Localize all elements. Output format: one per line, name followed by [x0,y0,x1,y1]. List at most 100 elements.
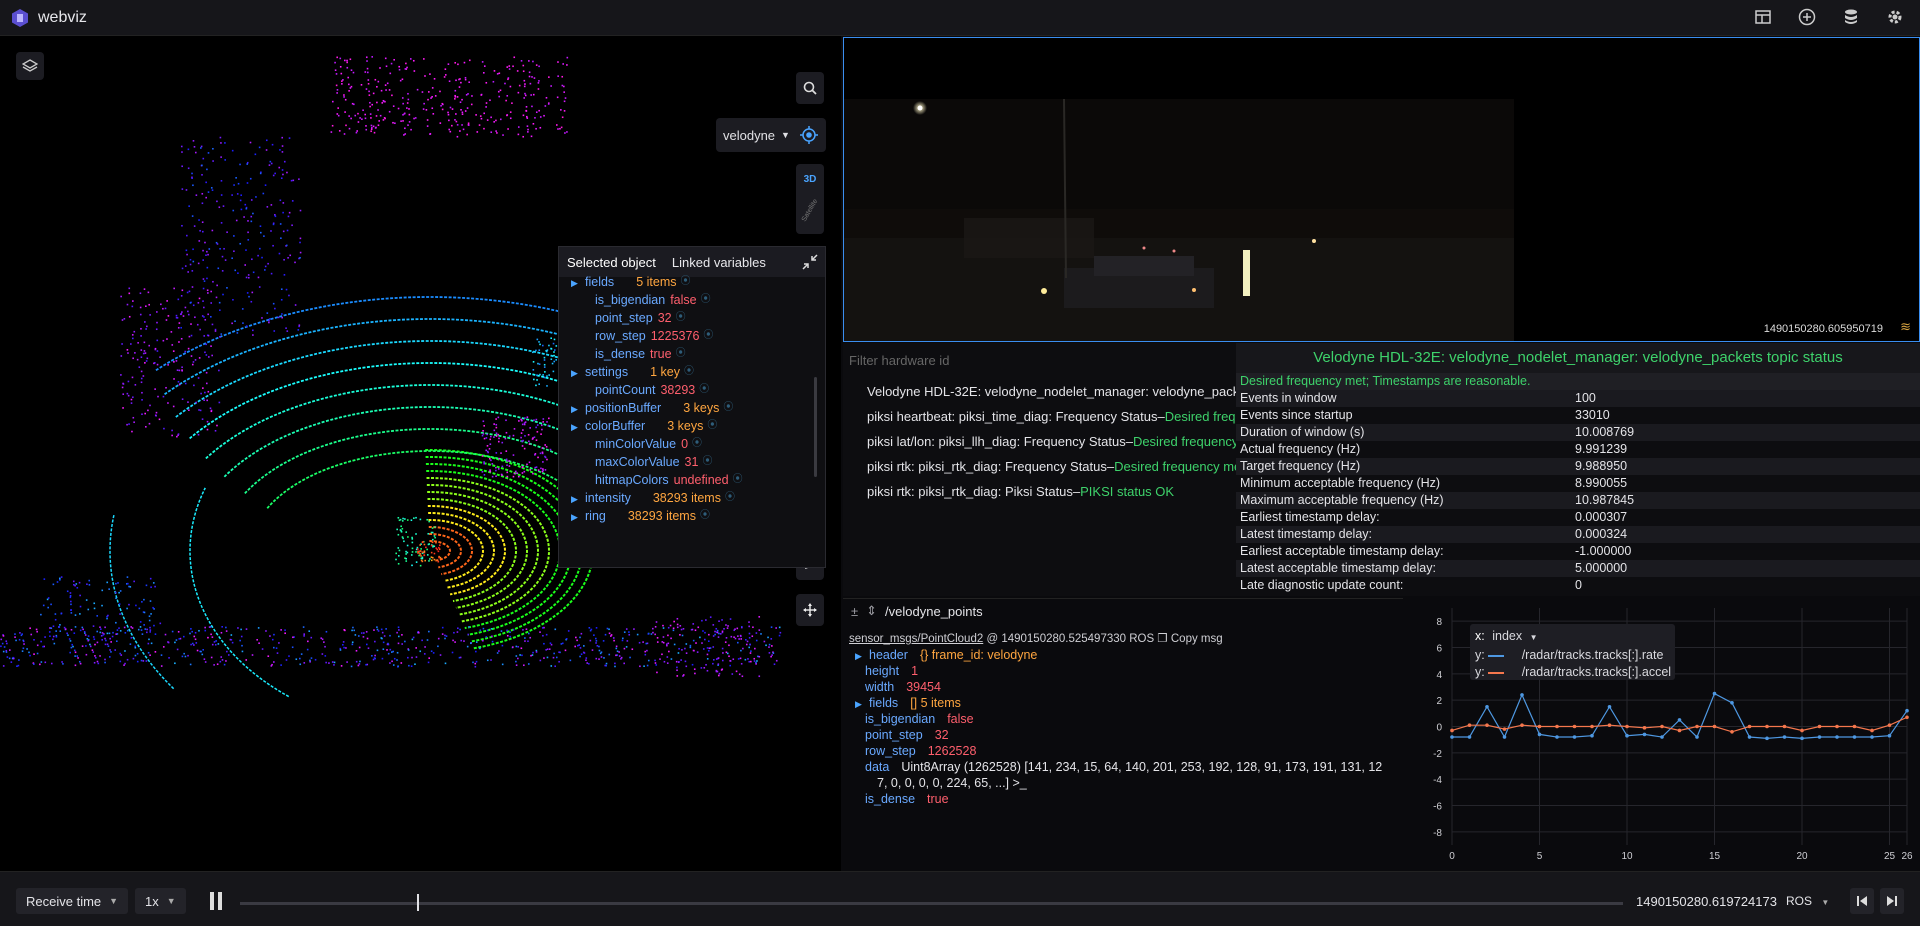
lidar-point [531,105,533,108]
lidar-point [428,520,430,523]
link-icon[interactable]: ⦿ [723,399,733,417]
lidar-point [528,60,530,62]
lidar-point [453,631,455,634]
message-row[interactable]: is_bigendian false [855,711,1403,727]
link-icon[interactable]: ⦿ [692,435,702,453]
camera-image-panel[interactable]: 1490150280.605950719 ≋ [843,37,1920,342]
mode-3d-button[interactable]: 3D [796,174,824,185]
link-icon[interactable]: ⦿ [700,507,710,525]
expand-arrow-icon[interactable]: ▶ [571,508,585,526]
minimize-icon[interactable] [801,253,819,271]
step-forward-button[interactable] [1880,888,1904,914]
data-source-icon[interactable] [1840,6,1862,28]
timeline-track[interactable] [240,902,1623,905]
lidar-point [475,650,477,653]
timeline-thumb[interactable] [417,894,420,911]
layout-icon[interactable] [1752,6,1774,28]
link-icon[interactable]: ⦿ [733,471,743,489]
tab-selected-object[interactable]: Selected object [559,255,664,270]
time-mode-select[interactable]: Receive time ▼ [16,888,129,914]
message-row[interactable]: ▶ fields[] 5 items [855,695,1403,711]
x-axis-label[interactable]: index [1492,629,1522,643]
diagnostic-item[interactable]: piksi rtk: piksi_rtk_diag: Piksi Status–… [867,479,1277,504]
time-format-select[interactable]: ROS ▼ [1786,894,1829,908]
diff-toggle-icon[interactable]: ⇕ [866,603,877,619]
link-icon[interactable]: ⦿ [676,309,686,327]
step-back-button[interactable] [1850,888,1874,914]
tree-row[interactable]: minColorValue 0 ⦿ [571,435,825,453]
scrollbar[interactable] [814,377,817,477]
diagnostic-item[interactable]: piksi lat/lon: piksi_llh_diag: Frequency… [867,429,1277,454]
message-row[interactable]: 7, 0, 0, 0, 0, 224, 65, ...] >_ [855,775,1403,791]
diagnostic-item[interactable]: piksi heartbeat: piksi_time_diag: Freque… [867,404,1277,429]
expand-all-icon[interactable]: ± [851,604,858,619]
tree-row[interactable]: ▶ positionBuffer 3 keys ⦿ [571,399,825,417]
expand-arrow-icon[interactable]: ▶ [571,400,585,418]
link-icon[interactable]: ⦿ [702,453,712,471]
link-icon[interactable]: ⦿ [725,489,735,507]
selected-object-tree[interactable]: ▶ fields 5 items ⦿ is_bigendian false ⦿ point_s… [559,273,825,567]
tree-row[interactable]: hitmapColors undefined ⦿ [571,471,825,489]
lidar-point [402,517,404,520]
expand-arrow-icon[interactable]: ▶ [571,274,585,292]
message-row[interactable]: point_step 32 [855,727,1403,743]
message-row[interactable]: is_dense true [855,791,1403,807]
diagnostic-item[interactable]: Velodyne HDL-32E: velodyne_nodelet_manag… [867,379,1277,404]
expand-arrow-icon[interactable]: ▶ [855,648,869,664]
legend-series-1[interactable]: /radar/tracks.tracks[:].rate [1522,648,1664,662]
settings-icon[interactable] [1884,6,1906,28]
chevron-down-icon[interactable]: ▼ [1530,633,1538,642]
filter-hardware-input[interactable]: Filter hardware id [849,353,949,368]
tree-row[interactable]: maxColorValue 31 ⦿ [571,453,825,471]
tree-row[interactable]: is_dense true ⦿ [571,345,825,363]
view-mode-toggle[interactable]: 3D Satellite [796,164,824,234]
expand-arrow-icon[interactable]: ▶ [571,490,585,508]
link-icon[interactable]: ⦿ [699,381,709,399]
message-tree[interactable]: ▶ header{} frame_id: velodyne height 1 width… [843,647,1403,807]
message-row[interactable]: ▶ header{} frame_id: velodyne [855,647,1403,663]
copy-msg-button[interactable]: Copy msg [1171,633,1223,645]
tree-row[interactable]: ▶ ring 38293 items ⦿ [571,507,825,525]
lidar-point [239,242,242,245]
message-row[interactable]: row_step 1262528 [855,743,1403,759]
message-row[interactable]: height 1 [855,663,1403,679]
diagnostic-item[interactable]: piksi rtk: piksi_rtk_diag: Frequency Sta… [867,454,1277,479]
tree-row[interactable]: ▶ settings 1 key ⦿ [571,363,825,381]
three-d-panel[interactable]: velodyne ▼ 3D Satellite Selected object … [0,36,841,871]
copy-icon[interactable]: ❐ [1157,633,1167,645]
follow-topic-select[interactable]: velodyne ▼ [716,118,826,152]
search-button[interactable] [796,72,824,104]
move-button[interactable] [796,594,824,626]
tab-linked-variables[interactable]: Linked variables [664,255,774,270]
link-icon[interactable]: ⦿ [684,363,694,381]
tree-row[interactable]: row_step 1225376 ⦿ [571,327,825,345]
lidar-point [556,124,558,126]
message-row[interactable]: width 39454 [855,679,1403,695]
crosshair-target-icon[interactable] [800,126,818,144]
message-row[interactable]: data Uint8Array (1262528) [141, 234, 15, … [855,759,1403,775]
tree-row[interactable]: ▶ fields 5 items ⦿ [571,273,825,291]
tree-row[interactable]: point_step 32 ⦿ [571,309,825,327]
expand-arrow-icon[interactable]: ▶ [571,418,585,436]
layers-button[interactable] [16,52,44,80]
tree-row[interactable]: ▶ colorBuffer 3 keys ⦿ [571,417,825,435]
link-icon[interactable]: ⦿ [703,327,713,345]
tree-row[interactable]: is_bigendian false ⦿ [571,291,825,309]
link-icon[interactable]: ⦿ [680,273,690,291]
link-icon[interactable]: ⦿ [707,417,717,435]
expand-arrow-icon[interactable]: ▶ [571,364,585,382]
expand-arrow-icon[interactable]: ▶ [855,696,869,712]
image-settings-icon[interactable]: ≋ [1900,319,1911,335]
add-panel-icon[interactable] [1796,6,1818,28]
lidar-point [168,657,170,659]
mode-2d-button[interactable]: Satellite [800,197,820,225]
link-icon[interactable]: ⦿ [676,345,686,363]
link-icon[interactable]: ⦿ [701,291,711,309]
tree-row[interactable]: pointCount 38293 ⦿ [571,381,825,399]
topic-path[interactable]: /velodyne_points [885,604,983,619]
pause-button[interactable] [208,892,224,910]
tree-row[interactable]: ▶ intensity 38293 items ⦿ [571,489,825,507]
datatype-link[interactable]: sensor_msgs/PointCloud2 [849,633,983,645]
legend-series-2[interactable]: /radar/tracks.tracks[:].accel [1522,665,1671,679]
speed-select[interactable]: 1x ▼ [135,888,186,914]
